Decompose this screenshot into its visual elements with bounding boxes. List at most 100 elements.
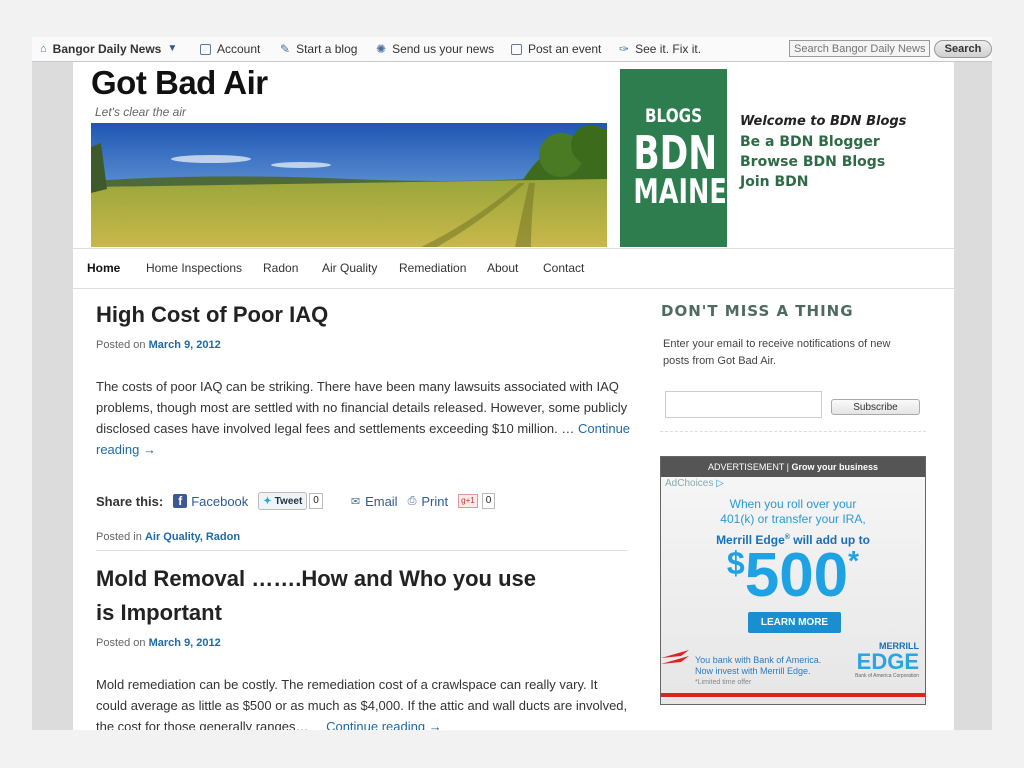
share-label: Share this:	[96, 493, 164, 509]
email-share-button[interactable]: ✉ Email	[351, 494, 398, 509]
nav-contact[interactable]: Contact	[543, 249, 584, 288]
see-fix-link[interactable]: ✑ See it. Fix it.	[619, 37, 701, 61]
search-input[interactable]	[789, 40, 930, 57]
ad-amount-sign: $	[726, 545, 745, 581]
account-link[interactable]: Account	[200, 37, 260, 61]
category-links[interactable]: Air Quality, Radon	[145, 531, 240, 543]
logo-edge: EDGE	[856, 649, 919, 674]
nav-home[interactable]: Home	[87, 249, 120, 288]
excerpt-line: Mold remediation can be costly. The reme…	[96, 677, 598, 692]
excerpt-line: disclosed cases have involved legal fees…	[96, 418, 631, 439]
ad-learn-more-button[interactable]: LEARN MORE	[748, 612, 841, 633]
site-menu[interactable]: ⌂ Bangor Daily News ▼	[40, 37, 177, 61]
bdn-welcome: Welcome to BDN Blogs	[740, 114, 907, 129]
ad-line1: When you roll over your	[729, 497, 857, 511]
be-blogger-link[interactable]: Be a BDN Blogger	[740, 134, 906, 150]
posted-on-label: Posted on	[96, 339, 146, 351]
post-title-2-line1: Mold Removal …….How and Who you use	[96, 566, 537, 591]
ad-footer-copy: You bank with Bank of America. Now inves…	[695, 655, 821, 688]
post-meta: Posted on March 9, 2012	[96, 339, 221, 351]
header-banner-image[interactable]	[91, 123, 607, 247]
site-menu-label: Bangor Daily News	[52, 42, 162, 56]
post-title-2[interactable]: Mold Removal …….How and Who you use is I…	[96, 562, 536, 630]
wrench-icon: ✑	[619, 42, 630, 56]
see-fix-label: See it. Fix it.	[635, 42, 702, 56]
post-divider	[96, 550, 627, 551]
calendar-icon	[511, 43, 522, 55]
post-title-2-line2: is Important	[96, 600, 222, 625]
bdn-blogs-logo[interactable]: BLOGS BDN MAINE	[620, 69, 727, 247]
ad-flag-graphic	[661, 650, 691, 670]
email-label: Email	[365, 493, 398, 509]
excerpt-line-text: the cost for those generally ranges…	[96, 719, 309, 730]
excerpt-line: could average as little as $500 or as mu…	[96, 698, 628, 713]
excerpt-line-text: disclosed cases have involved legal fees…	[96, 421, 578, 436]
start-blog-link[interactable]: ✎ Start a blog	[280, 37, 357, 61]
account-icon	[200, 43, 211, 55]
print-icon: ⎙	[407, 494, 417, 507]
post-title[interactable]: High Cost of Poor IAQ	[96, 298, 328, 332]
facebook-label: Facebook	[191, 493, 249, 509]
print-label: Print	[421, 493, 449, 509]
print-button[interactable]: ⎙ Print	[408, 494, 449, 509]
share-bar: Share this: f Facebook ✦ Tweet 0 ✉ Email…	[96, 492, 496, 510]
google-plus-button[interactable]: g+1	[458, 494, 478, 508]
nav-air-quality[interactable]: Air Quality	[322, 249, 377, 288]
tweet-button[interactable]: ✦ Tweet	[258, 492, 308, 510]
send-news-link[interactable]: ✺ Send us your news	[376, 37, 494, 61]
logo-blogs-text: BLOGS	[644, 105, 703, 127]
sidebar-description: Enter your email to receive notification…	[663, 338, 891, 367]
bdn-links: Welcome to BDN Blogs Be a BDN Blogger Br…	[740, 114, 906, 194]
ad-header: ADVERTISEMENT | Grow your business	[661, 457, 925, 477]
facebook-button[interactable]: f Facebook	[173, 494, 248, 509]
ad-line2: 401(k) or transfer your IRA,	[720, 512, 866, 526]
nav-remediation[interactable]: Remediation	[399, 249, 466, 288]
posted-in-label: Posted in	[96, 531, 142, 543]
post-event-label: Post an event	[528, 42, 602, 56]
bulb-icon: ✺	[376, 42, 387, 56]
bdn-toolbar: ⌂ Bangor Daily News ▼ Account ✎ Start a …	[32, 37, 992, 62]
join-bdn-link[interactable]: Join BDN	[740, 174, 906, 190]
nav-about[interactable]: About	[487, 249, 518, 288]
continue-reading-link[interactable]: Continue	[578, 421, 630, 436]
home-icon: ⌂	[40, 43, 47, 55]
tweet-count: 0	[309, 493, 323, 509]
ad-foot2: Now invest with Merrill Edge.	[695, 666, 811, 676]
post-event-link[interactable]: Post an event	[511, 37, 601, 61]
ad-header-label: ADVERTISEMENT	[707, 462, 785, 472]
plus-count: 0	[481, 493, 496, 509]
advertisement[interactable]: ADVERTISEMENT | Grow your business AdCho…	[660, 456, 926, 705]
blog-page: Got Bad Air Let's clear the air BLOGS BD…	[73, 62, 954, 730]
sidebar-divider	[660, 431, 926, 432]
pencil-icon: ✎	[280, 42, 291, 56]
ad-amount: $500*	[661, 545, 925, 607]
facebook-icon: f	[173, 494, 188, 508]
site-title[interactable]: Got Bad Air	[91, 64, 268, 102]
adchoices-icon: ▷	[716, 478, 724, 489]
start-blog-label: Start a blog	[296, 42, 358, 56]
subscribe-button[interactable]: Subscribe	[831, 399, 920, 415]
site-tagline: Let's clear the air	[95, 105, 187, 119]
post-excerpt: The costs of poor IAQ can be striking. T…	[96, 376, 631, 460]
logo-bdn-text: BDN	[633, 126, 718, 180]
subscribe-email-input[interactable]	[665, 391, 822, 418]
search-button[interactable]: Search	[934, 40, 992, 58]
post-excerpt-2: Mold remediation can be costly. The reme…	[96, 674, 631, 730]
ad-foot3: *Limited time offer	[695, 679, 752, 686]
excerpt-line: reading →	[96, 439, 631, 460]
logo-boa: Bank of America Corporation	[855, 673, 919, 679]
tweet-label: Tweet	[274, 495, 303, 507]
account-label: Account	[217, 42, 261, 56]
main-nav: Home Home Inspections Radon Air Quality …	[73, 248, 954, 289]
adchoices-link[interactable]: AdChoices ▷	[665, 478, 724, 489]
continue-reading-link-2[interactable]: reading →	[96, 442, 156, 457]
post-categories: Posted in Air Quality, Radon	[96, 531, 240, 543]
nav-home-inspections[interactable]: Home Inspections	[146, 249, 242, 288]
post-date-link[interactable]: March 9, 2012	[149, 339, 221, 351]
posted-on-label-2: Posted on	[96, 637, 146, 649]
post-date-link-2[interactable]: March 9, 2012	[149, 637, 221, 649]
send-news-label: Send us your news	[392, 42, 495, 56]
continue-reading-link-3[interactable]: Continue reading →	[326, 719, 442, 730]
browse-blogs-link[interactable]: Browse BDN Blogs	[740, 154, 906, 170]
nav-radon[interactable]: Radon	[263, 249, 298, 288]
